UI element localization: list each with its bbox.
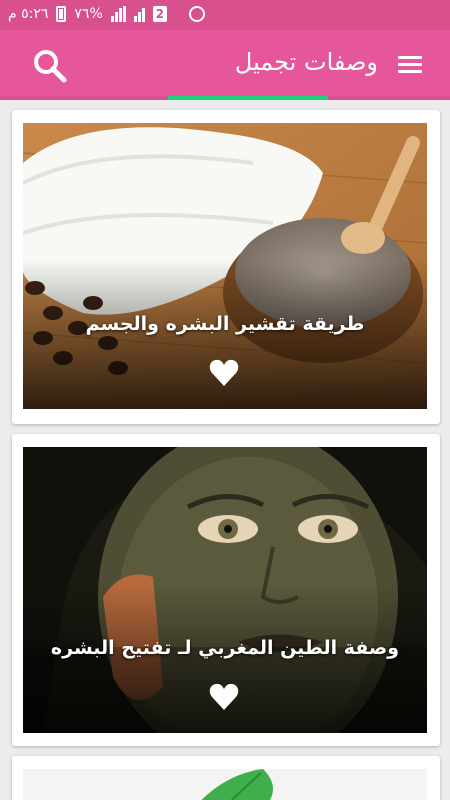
recipe-card[interactable] — [12, 756, 440, 800]
status-time: ٥:٢٦ م — [8, 6, 49, 22]
status-bar: ٥:٢٦ م ٧٦% 2 — [0, 0, 450, 30]
alarm-icon — [188, 6, 205, 22]
battery-icon — [56, 6, 67, 22]
status-bar-left: ٥:٢٦ م ٧٦% 2 — [8, 6, 205, 22]
recipe-card[interactable]: وصفة الطين المغربي لـ تفتيح البشره — [12, 434, 440, 746]
app-bar: وصفات تجميل — [0, 30, 450, 100]
heart-icon[interactable] — [209, 359, 239, 387]
recipe-image — [23, 769, 427, 800]
recipe-image: طريقة تقشير البشره والجسم — [23, 123, 427, 409]
signal-icon — [110, 6, 126, 22]
loading-progress — [0, 96, 450, 100]
search-icon[interactable] — [32, 48, 68, 84]
recipe-title: طريقة تقشير البشره والجسم — [85, 313, 365, 335]
recipe-image: وصفة الطين المغربي لـ تفتيح البشره — [23, 447, 427, 733]
recipe-title: وصفة الطين المغربي لـ تفتيح البشره — [50, 637, 400, 659]
recipe-card[interactable]: طريقة تقشير البشره والجسم — [12, 110, 440, 424]
sim-badge: 2 — [152, 6, 167, 22]
menu-icon[interactable] — [398, 56, 422, 74]
battery-level: ٧٦% — [74, 6, 103, 22]
app-title: وصفات تجميل — [234, 48, 378, 76]
heart-icon[interactable] — [209, 683, 239, 711]
loading-progress-fill — [168, 96, 328, 100]
signal-icon-2 — [133, 6, 145, 22]
